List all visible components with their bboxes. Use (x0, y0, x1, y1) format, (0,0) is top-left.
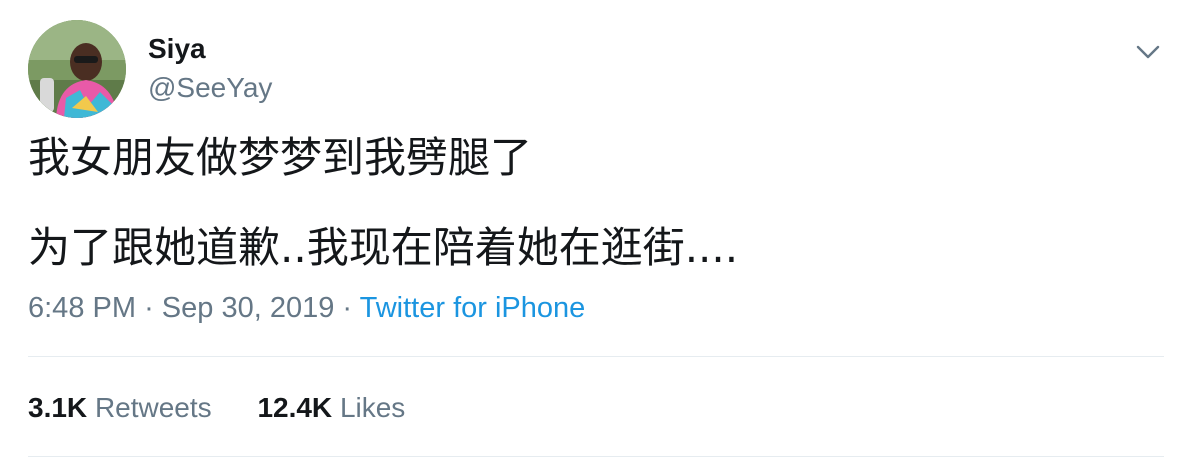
retweets-stat[interactable]: 3.1K Retweets (28, 388, 212, 428)
chevron-down-icon[interactable] (1130, 34, 1166, 70)
tweet-meta: 6:48 PM · Sep 30, 2019 · Twitter for iPh… (28, 288, 585, 328)
tweet-source-link[interactable]: Twitter for iPhone (360, 292, 586, 324)
divider (28, 356, 1164, 357)
tweet-date[interactable]: Sep 30, 2019 (162, 292, 335, 324)
likes-stat[interactable]: 12.4K Likes (257, 388, 405, 428)
tweet-header: Siya @SeeYay (28, 20, 1166, 120)
divider (28, 456, 1164, 457)
user-names: Siya @SeeYay (148, 32, 272, 106)
likes-count: 12.4K (257, 392, 333, 423)
avatar[interactable] (28, 20, 126, 118)
retweets-label: Retweets (94, 392, 212, 423)
tweet-card: Siya @SeeYay 我女朋友做梦梦到我劈腿了 为了跟她道歉..我现在陪着她… (0, 0, 1186, 460)
tweet-text-line-1: 我女朋友做梦梦到我劈腿了 (28, 133, 533, 182)
meta-separator: · (342, 292, 353, 324)
avatar-image (28, 20, 126, 118)
user-handle[interactable]: @SeeYay (148, 70, 272, 106)
tweet-stats: 3.1K Retweets 12.4K Likes (28, 388, 443, 428)
tweet-time[interactable]: 6:48 PM (28, 292, 136, 324)
display-name[interactable]: Siya (148, 32, 272, 66)
retweets-count: 3.1K (28, 392, 88, 423)
tweet-text-line-2: 为了跟她道歉..我现在陪着她在逛街.... (28, 223, 739, 272)
meta-separator: · (144, 292, 154, 324)
tweet-text: 我女朋友做梦梦到我劈腿了 为了跟她道歉..我现在陪着她在逛街.... (28, 128, 1158, 278)
likes-label: Likes (339, 392, 406, 423)
